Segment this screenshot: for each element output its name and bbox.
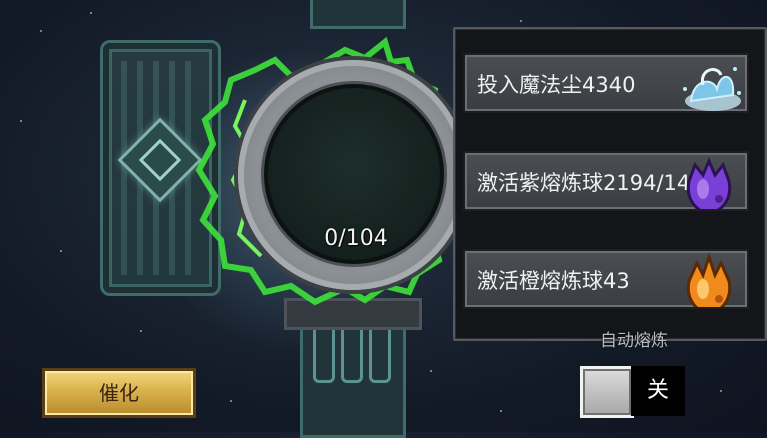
add-magic-dust-button[interactable]: 投入魔法尘4340 bbox=[463, 53, 749, 113]
activate-purple-orb-button[interactable]: 激活紫熔炼球2194/14 bbox=[463, 151, 749, 211]
orange-orb-icon bbox=[686, 252, 732, 307]
smelt-action-panel: 投入魔法尘4340 激活紫熔炼球2194/14 激活橙熔炼球43 bbox=[453, 27, 767, 341]
activate-purple-orb-label: 激活紫熔炼球2194/14 bbox=[477, 171, 691, 195]
auto-smelt-label: 自动熔炼 bbox=[600, 331, 668, 351]
add-magic-dust-label: 投入魔法尘4340 bbox=[477, 73, 636, 97]
auto-smelt-state: 关 bbox=[631, 366, 685, 416]
auto-smelt-checkbox[interactable] bbox=[580, 366, 634, 418]
altar-top-frame bbox=[310, 0, 406, 29]
smelt-progress-text: 0/104 bbox=[324, 226, 388, 251]
activate-orange-orb-button[interactable]: 激活橙熔炼球43 bbox=[463, 249, 749, 309]
magic-dust-icon bbox=[683, 67, 741, 111]
altar-pedestal bbox=[284, 298, 422, 330]
catalyze-button[interactable]: 催化 bbox=[42, 368, 196, 418]
purple-orb-icon bbox=[686, 157, 732, 209]
activate-orange-orb-label: 激活橙熔炼球43 bbox=[477, 269, 630, 293]
